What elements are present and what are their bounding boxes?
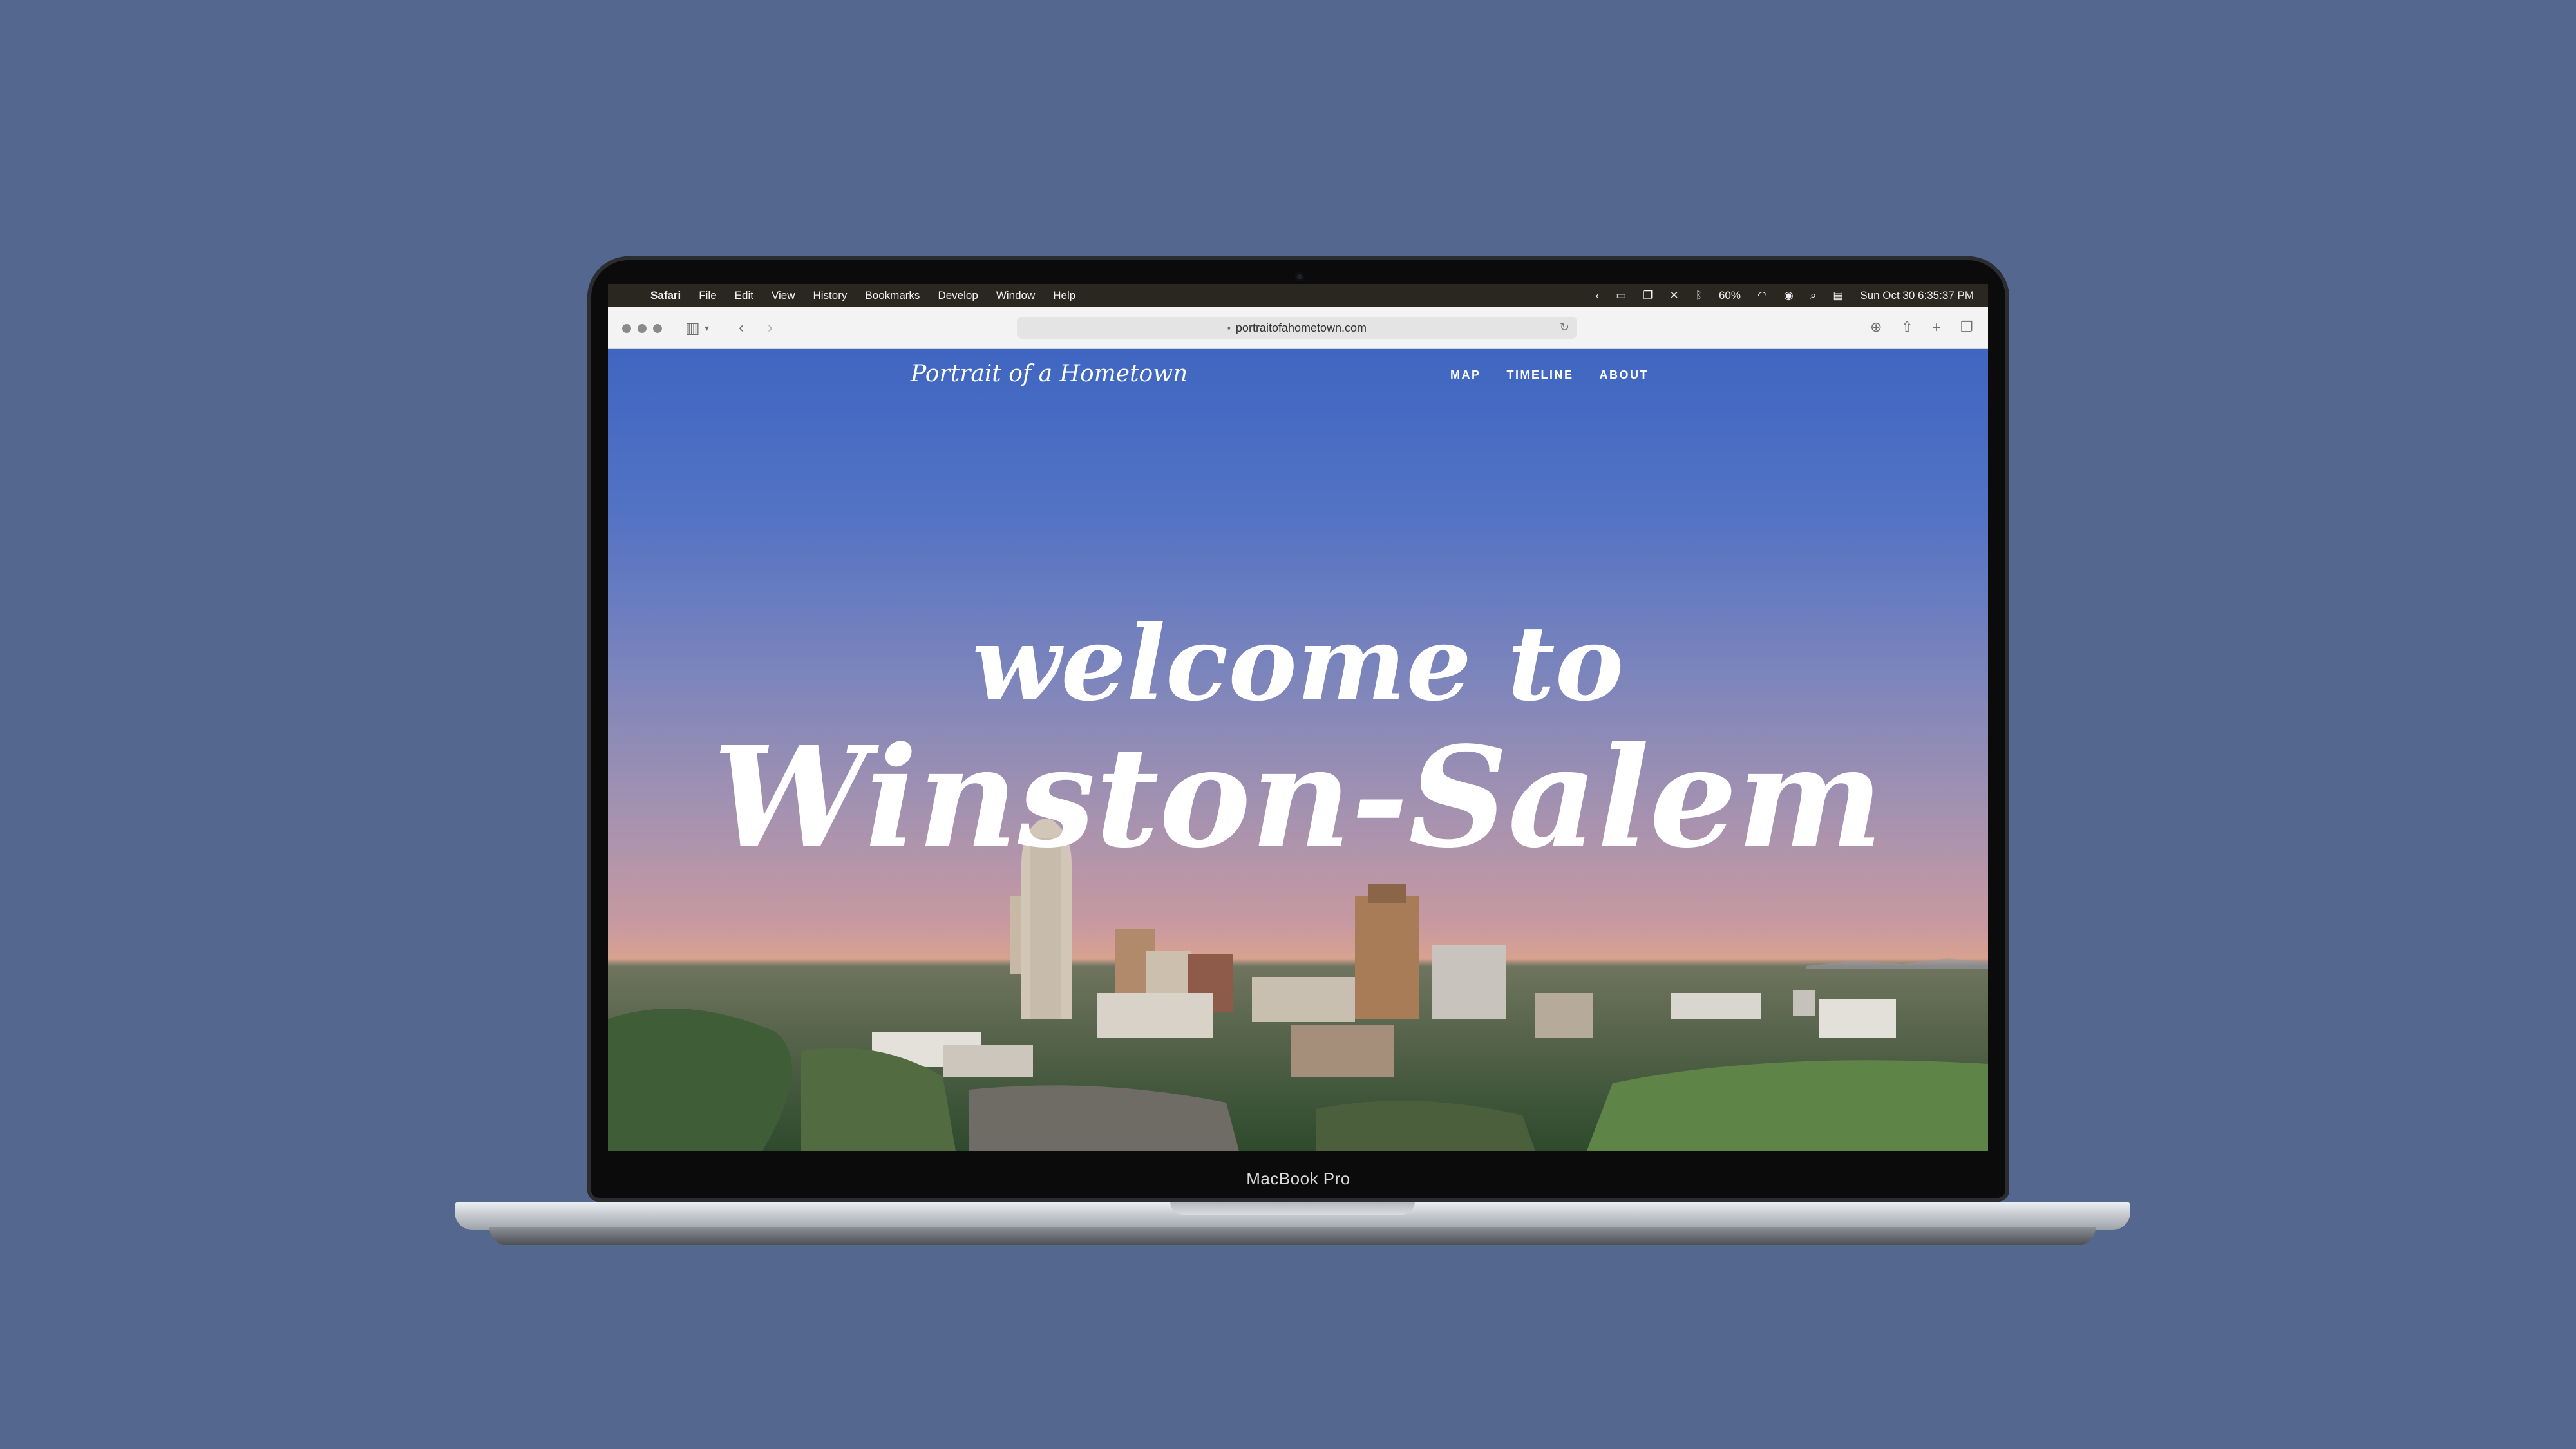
browser-toolbar: ▥ ▾ ‹ › ▪ portraitofahometown.com ↻ ⊕ ⇧ … (608, 307, 1988, 349)
nav-timeline[interactable]: TIMELINE (1507, 368, 1574, 382)
hero-title-line1: welcome to (972, 603, 1624, 724)
menu-edit[interactable]: Edit (735, 289, 753, 302)
nav-about[interactable]: ABOUT (1600, 368, 1649, 382)
address-url: portraitofahometown.com (1235, 321, 1367, 334)
display-icon[interactable]: ▭ (1616, 289, 1626, 302)
status-area: ‹ ▭ ❐ ✕ ᛒ 60% ◠ ◉ ⌕ ▤ Sun Oct 30 6:35:37… (1596, 284, 1974, 307)
bluetooth-icon[interactable]: ᛒ (1696, 289, 1702, 302)
window-controls (622, 324, 662, 333)
address-bar[interactable]: ▪ portraitofahometown.com ↻ (1017, 317, 1577, 339)
chevron-left-icon[interactable]: ‹ (1596, 289, 1600, 302)
minimize-window-button[interactable] (638, 324, 647, 333)
menubar-clock[interactable]: Sun Oct 30 6:35:37 PM (1860, 289, 1974, 302)
laptop-notch (1170, 1202, 1415, 1215)
site-nav: MAP TIMELINE ABOUT (1450, 368, 1649, 382)
menu-view[interactable]: View (772, 289, 795, 302)
close-window-button[interactable] (622, 324, 631, 333)
control-center-icon[interactable]: ▤ (1833, 289, 1843, 302)
tab-overview-icon[interactable]: ❐ (1960, 319, 1973, 336)
menu-help[interactable]: Help (1053, 289, 1075, 302)
share-icon[interactable]: ⇧ (1901, 319, 1913, 336)
menu-history[interactable]: History (813, 289, 848, 302)
menu-file[interactable]: File (699, 289, 716, 302)
wifi-icon[interactable]: ◠ (1757, 289, 1767, 302)
macos-menubar: Safari File Edit View History Bookmarks … (608, 284, 1988, 307)
menu-develop[interactable]: Develop (938, 289, 978, 302)
back-icon[interactable]: ‹ (739, 319, 744, 337)
user-icon[interactable]: ◉ (1784, 289, 1794, 302)
forward-icon[interactable]: › (768, 319, 773, 337)
nav-map[interactable]: MAP (1450, 368, 1481, 382)
menu-bookmarks[interactable]: Bookmarks (865, 289, 920, 302)
download-icon[interactable]: ⊕ (1870, 319, 1882, 336)
laptop-screen: Safari File Edit View History Bookmarks … (608, 284, 1988, 1151)
site-logo[interactable]: Portrait of a Hometown (911, 361, 1188, 387)
screens-icon[interactable]: ❐ (1643, 289, 1653, 302)
menu-safari[interactable]: Safari (650, 289, 681, 302)
lock-icon: ▪ (1227, 323, 1231, 333)
camera-icon (1295, 272, 1304, 281)
zoom-window-button[interactable] (653, 324, 662, 333)
mute-icon[interactable]: ✕ (1670, 289, 1679, 302)
laptop-base-bottom (489, 1227, 2096, 1245)
new-tab-icon[interactable]: + (1932, 319, 1941, 337)
macbook-model-label: MacBook Pro (1246, 1169, 1350, 1188)
battery-percent[interactable]: 60% (1719, 289, 1741, 302)
sidebar-icon[interactable]: ▥ (685, 319, 700, 337)
stage: Safari File Edit View History Bookmarks … (0, 0, 2576, 1449)
web-page: Portrait of a Hometown MAP TIMELINE ABOU… (608, 349, 1988, 1151)
reload-icon[interactable]: ↻ (1560, 321, 1569, 334)
hero-title-line2: Winston-Salem (712, 717, 1883, 878)
chevron-down-icon[interactable]: ▾ (705, 323, 709, 334)
menu-window[interactable]: Window (996, 289, 1035, 302)
search-icon[interactable]: ⌕ (1810, 289, 1817, 302)
